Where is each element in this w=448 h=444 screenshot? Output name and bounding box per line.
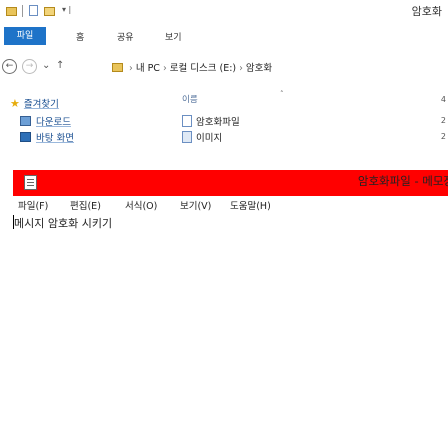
sort-up-icon: ˄ xyxy=(280,90,284,98)
menu-view[interactable]: 보기(V) xyxy=(180,198,211,212)
tab-share[interactable]: 공유 xyxy=(117,30,134,43)
quick-access-dropdown[interactable]: ▾ | xyxy=(62,5,71,14)
nav-item-desktop[interactable]: 바탕 화면 xyxy=(20,130,74,144)
breadcrumb-this-pc[interactable]: 내 PC xyxy=(136,63,160,74)
column-value: 2 xyxy=(440,116,446,125)
list-item[interactable]: 암호화파일 xyxy=(182,114,240,128)
menu-format[interactable]: 서식(O) xyxy=(125,198,157,212)
explorer-window-title: 암호화 xyxy=(411,5,442,18)
recent-locations-icon[interactable]: ⌄ xyxy=(42,60,50,71)
ribbon-tabs: 파일 홈 공유 보기 xyxy=(0,25,448,49)
properties-icon[interactable] xyxy=(28,5,40,17)
star-icon: ★ xyxy=(10,97,20,110)
breadcrumb[interactable]: › 내 PC › 로컬 디스크 (E:) › 암호화 xyxy=(112,60,272,74)
breadcrumb-local-disk[interactable]: 로컬 디스크 (E:) xyxy=(170,63,236,74)
folder-icon xyxy=(6,5,18,17)
address-bar: ← → ⌄ ↑ › 내 PC › 로컬 디스크 (E:) › 암호화 xyxy=(0,56,448,78)
up-icon[interactable]: ↑ xyxy=(56,60,64,71)
divider xyxy=(22,5,23,17)
menu-file[interactable]: 파일(F) xyxy=(18,198,48,212)
menu-help[interactable]: 도움말(H) xyxy=(230,198,271,212)
back-icon[interactable]: ← xyxy=(2,59,17,74)
notepad-icon xyxy=(24,175,37,190)
menu-edit[interactable]: 편집(E) xyxy=(70,198,101,212)
tab-file[interactable]: 파일 xyxy=(4,27,46,45)
column-header-name[interactable]: 이름 xyxy=(182,93,198,105)
forward-icon[interactable]: → xyxy=(22,59,37,74)
chevron-right-icon: › xyxy=(162,63,167,74)
tab-home[interactable]: 홈 xyxy=(76,30,84,43)
download-icon xyxy=(20,116,31,126)
navigation-pane: ★ 즐겨찾기 다운로드 바탕 화면 xyxy=(0,90,175,170)
text-file-icon xyxy=(182,115,192,127)
new-folder-icon[interactable] xyxy=(44,5,56,17)
breadcrumb-encryption-folder[interactable]: 암호화 xyxy=(246,63,272,74)
notepad-window-title: 암호화파일 - 메모장 xyxy=(357,174,448,188)
explorer-titlebar: ▾ | 암호화 xyxy=(0,0,448,22)
text-editor[interactable]: 메시지 암호화 시키기 xyxy=(13,214,448,444)
chevron-right-icon: › xyxy=(239,63,243,74)
editor-content: 메시지 암호화 시키기 xyxy=(14,217,113,230)
notepad-titlebar: 암호화파일 - 메모장 xyxy=(13,170,448,196)
file-explorer-window: ▾ | 암호화 파일 홈 공유 보기 ← → ⌄ ↑ › 내 PC › 로컬 디스크 … xyxy=(0,0,448,172)
notepad-window: 암호화파일 - 메모장 파일(F) 편집(E) 서식(O) 보기(V) 도움말(… xyxy=(13,170,448,444)
file-list: 이름 ˄ 4 암호화파일 2 이미지 2 xyxy=(178,90,448,170)
menu-bar: 파일(F) 편집(E) 서식(O) 보기(V) 도움말(H) xyxy=(13,196,448,214)
nav-item-quick-access[interactable]: ★ 즐겨찾기 xyxy=(10,96,59,110)
chevron-right-icon: › xyxy=(129,63,133,74)
column-value: 4 xyxy=(440,95,446,104)
list-item[interactable]: 이미지 xyxy=(182,130,222,144)
tab-view[interactable]: 보기 xyxy=(165,30,182,43)
image-file-icon xyxy=(182,131,192,143)
column-value: 2 xyxy=(440,132,446,141)
desktop-icon xyxy=(20,132,31,142)
folder-icon xyxy=(112,63,123,72)
nav-item-downloads[interactable]: 다운로드 xyxy=(20,114,71,128)
